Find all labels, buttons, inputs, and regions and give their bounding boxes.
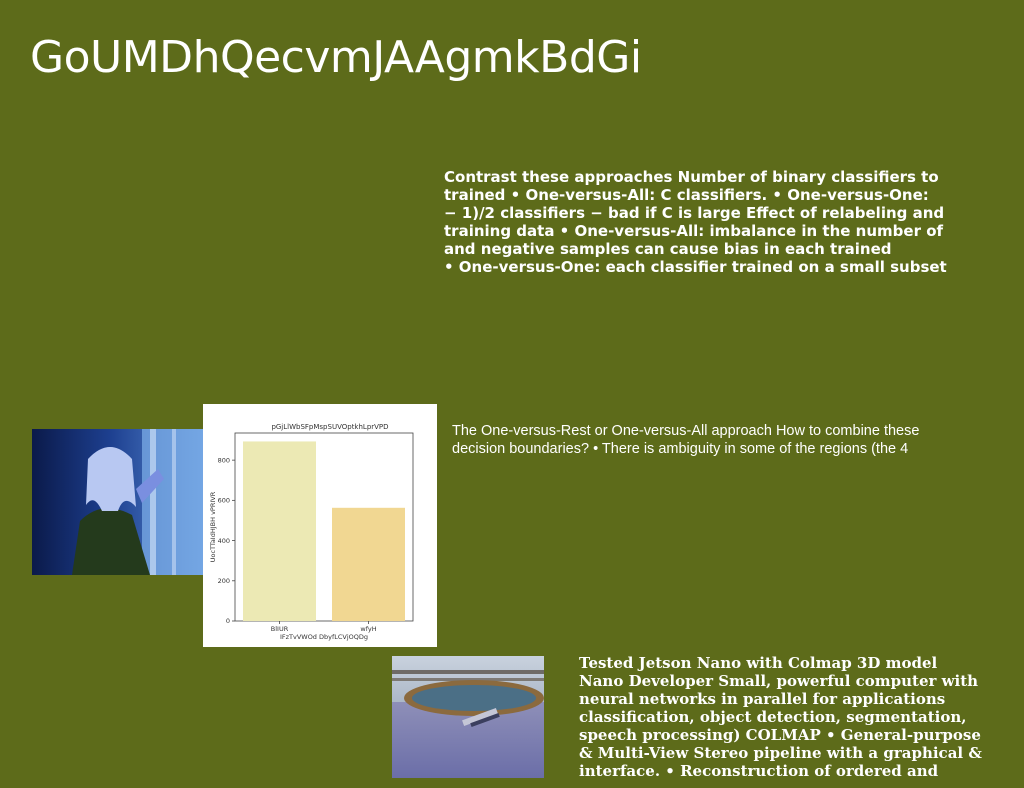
y-axis-label: UocTTaIdHJBH vPRIVR	[209, 491, 217, 562]
text-line: Nano Developer Small, powerful computer …	[579, 672, 979, 690]
text-line: & Multi-View Stereo pipeline with a grap…	[579, 744, 982, 762]
text-block-jetson: Tested Jetson Nano with Colmap 3D model …	[579, 654, 1019, 780]
person-photo	[32, 429, 204, 575]
text-block-classifiers: Contrast these approaches Number of bina…	[444, 168, 1004, 276]
bar-wfyH	[332, 507, 405, 621]
text-line: and negative samples can cause bias in e…	[444, 240, 892, 258]
y-tick-label: 600	[218, 497, 230, 505]
y-tick-label: 800	[218, 456, 230, 464]
bar-BlIUR	[243, 441, 316, 621]
text-line: Contrast these approaches Number of bina…	[444, 168, 939, 186]
x-tick-label: wfyH	[360, 625, 376, 633]
y-tick-label: 200	[218, 577, 230, 585]
text-block-one-versus-rest: The One-versus-Rest or One-versus-All ap…	[452, 422, 1012, 458]
text-line: Tested Jetson Nano with Colmap 3D model	[579, 654, 938, 672]
text-line: The One-versus-Rest or One-versus-All ap…	[452, 423, 920, 439]
text-line: speech processing) COLMAP • General-purp…	[579, 726, 981, 744]
slide-title: GoUMDhQecvmJAAgmkBdGi	[30, 32, 642, 83]
x-tick-label: BlIUR	[271, 625, 289, 633]
text-line: classification, object detection, segmen…	[579, 708, 967, 726]
bar-chart: pGjLlWbSFpMspSUVOptkhLprVPD BlIUR wfyH 0 2…	[203, 404, 437, 647]
text-line: • One-versus-One: each classifier traine…	[444, 258, 947, 276]
text-line: trained • One-versus-All: C classifiers.…	[444, 186, 929, 204]
text-line: decision boundaries? • There is ambiguit…	[452, 441, 909, 457]
x-axis-label: IFzTvVWOd DbyfLCVjOQDg	[280, 633, 368, 641]
y-tick-label: 400	[218, 537, 230, 545]
text-line: interface. • Reconstruction of ordered a…	[579, 762, 939, 780]
y-tick-label: 0	[226, 617, 230, 625]
chart-title: pGjLlWbSFpMspSUVOptkhLprVPD	[271, 423, 388, 431]
text-line: training data • One-versus-All: imbalanc…	[444, 222, 944, 240]
pool-photo	[392, 656, 544, 778]
text-line: − 1)/2 classifiers − bad if C is large E…	[444, 204, 945, 222]
text-line: neural networks in parallel for applicat…	[579, 690, 946, 708]
